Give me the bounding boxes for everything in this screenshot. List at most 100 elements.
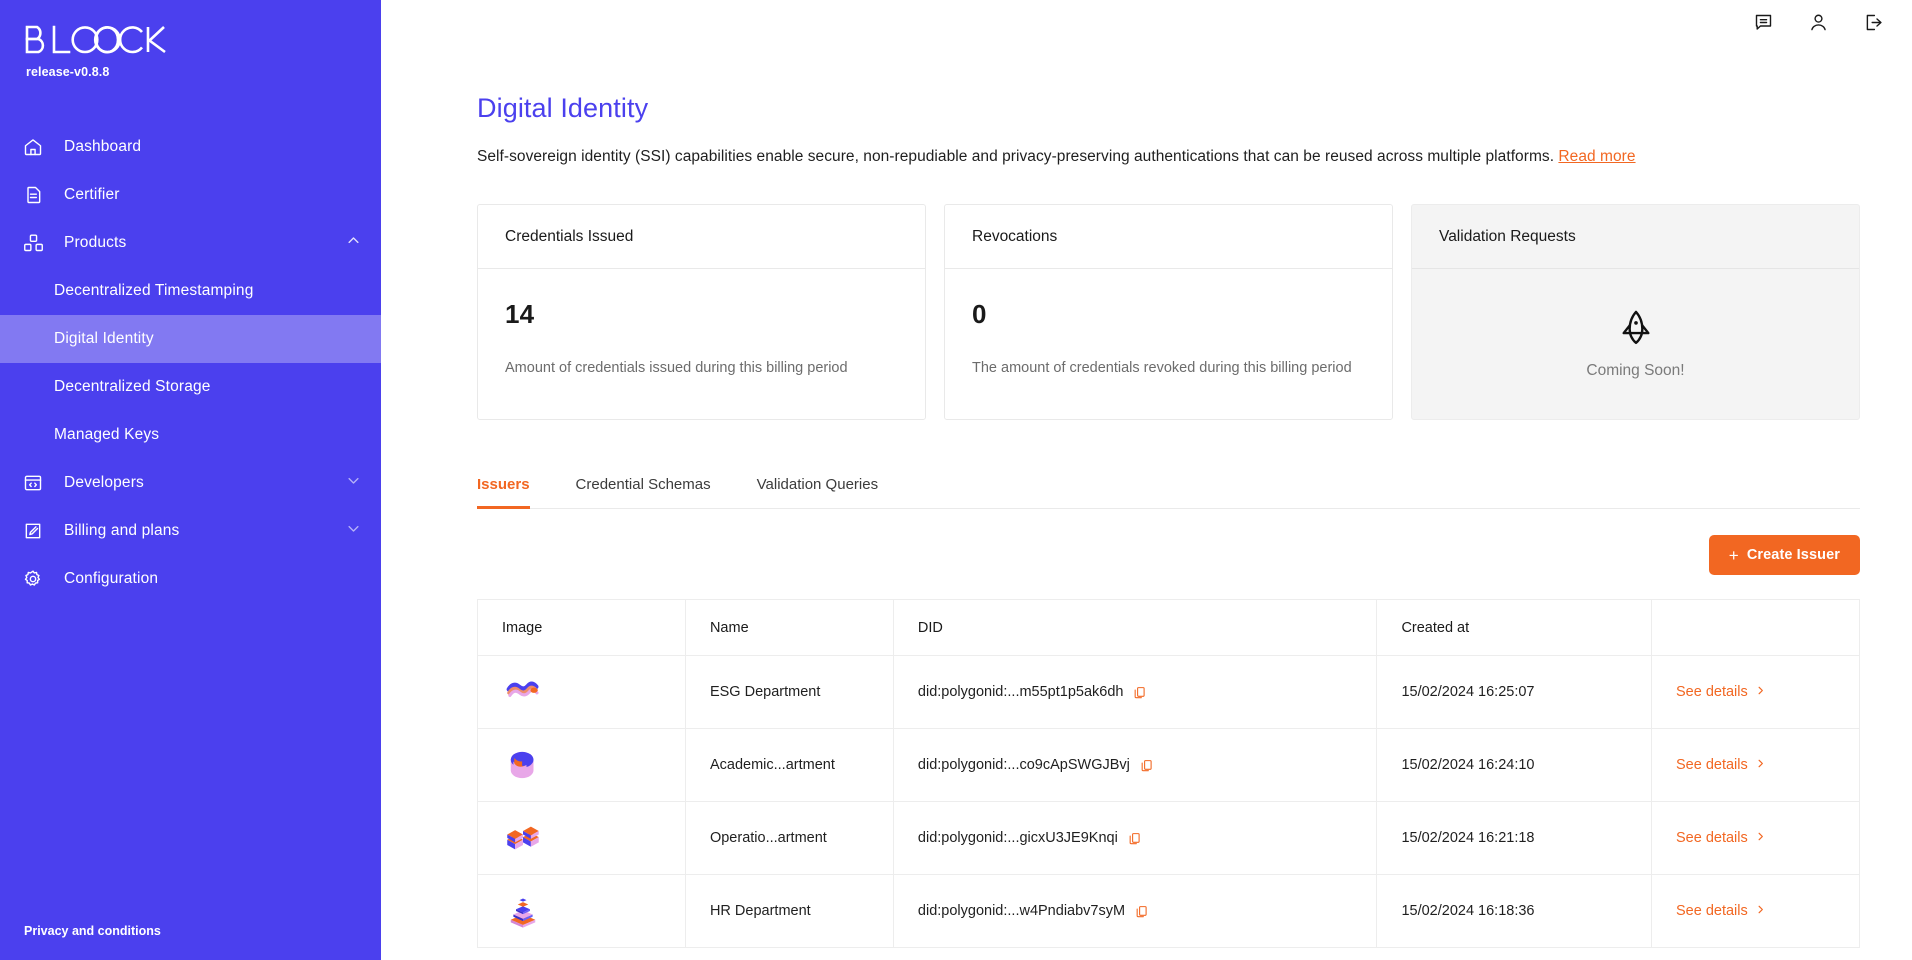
card-body: 14 Amount of credentials issued during t…: [478, 269, 925, 376]
rocket-icon: [1617, 309, 1655, 352]
sidebar-item-label: Products: [64, 234, 127, 251]
chevron-down-icon[interactable]: [346, 521, 361, 541]
page-content: Digital Identity Self-sovereign identity…: [381, 44, 1912, 949]
chevron-down-icon[interactable]: [346, 473, 361, 493]
sidebar-item-label: Certifier: [64, 186, 120, 203]
sidebar-item-developers[interactable]: Developers: [0, 459, 381, 507]
document-icon: [20, 182, 46, 208]
card-validation-requests: Validation Requests Coming Soon!: [1411, 204, 1860, 421]
sidebar-subitem-label: Decentralized Timestamping: [54, 282, 254, 299]
issuer-avatar-blocks: [507, 827, 539, 850]
home-icon: [20, 134, 46, 160]
cell-image: [477, 728, 686, 803]
cell-image: [477, 655, 686, 730]
card-title: Revocations: [945, 205, 1392, 270]
did-value: did:polygonid:...w4Pndiabv7syM: [917, 903, 1126, 920]
coming-soon-block: Coming Soon!: [1412, 269, 1859, 419]
card-credentials-issued: Credentials Issued 14 Amount of credenti…: [477, 204, 926, 421]
card-title: Validation Requests: [1412, 205, 1859, 270]
sidebar-subitem-label: Managed Keys: [54, 426, 160, 443]
column-header-name: Name: [684, 599, 894, 657]
column-header-created-at: Created at: [1376, 599, 1652, 657]
sidebar-nav: Dashboard Certifier Products Decentraliz…: [0, 123, 381, 603]
copy-icon[interactable]: [1135, 904, 1148, 919]
card-revocations: Revocations 0 The amount of credentials …: [944, 204, 1393, 421]
card-value: 0: [972, 299, 987, 330]
sidebar-item-label: Billing and plans: [64, 522, 180, 539]
cell-actions: See details: [1650, 874, 1861, 949]
user-icon[interactable]: [1808, 12, 1829, 33]
table-header-row: Image Name DID Created at: [477, 599, 1861, 657]
cell-did: did:polygonid:...w4Pndiabv7syM: [892, 874, 1378, 949]
plus-icon: +: [1728, 545, 1739, 565]
app-root: release-v0.8.8 Dashboard Certifier Produ…: [0, 0, 1912, 960]
see-details-link[interactable]: See details: [1676, 903, 1766, 919]
create-issuer-button[interactable]: + Create Issuer: [1708, 535, 1860, 576]
see-details-link[interactable]: See details: [1676, 757, 1766, 773]
copy-icon[interactable]: [1140, 758, 1153, 773]
main-content: Digital Identity Self-sovereign identity…: [381, 0, 1912, 960]
see-details-link[interactable]: See details: [1676, 830, 1766, 846]
create-issuer-label: Create Issuer: [1746, 547, 1840, 564]
cubes-icon: [20, 230, 46, 256]
cell-name: HR Department: [684, 874, 894, 949]
privacy-and-conditions-link[interactable]: Privacy and conditions: [24, 924, 161, 938]
stat-cards: Credentials Issued 14 Amount of credenti…: [477, 204, 1860, 421]
page-title: Digital Identity: [477, 93, 649, 123]
sidebar-item-billing-and-plans[interactable]: Billing and plans: [0, 507, 381, 555]
did-value: did:polygonid:...co9cApSWGJBvj: [917, 757, 1130, 774]
brand-block: release-v0.8.8: [0, 0, 381, 79]
card-subtitle: The amount of credentials revoked during…: [972, 360, 1352, 377]
action-bar: + Create Issuer: [477, 535, 1860, 576]
cell-image: [477, 801, 686, 876]
cell-actions: See details: [1650, 801, 1861, 876]
chat-icon[interactable]: [1753, 12, 1774, 33]
code-window-icon: [20, 470, 46, 496]
tab-credential-schemas[interactable]: Credential Schemas: [576, 476, 711, 508]
see-details-link[interactable]: See details: [1676, 684, 1766, 700]
sidebar-item-dashboard[interactable]: Dashboard: [0, 123, 381, 171]
table-head: Image Name DID Created at: [477, 599, 1861, 657]
copy-icon[interactable]: [1133, 685, 1146, 700]
column-header-did: DID: [892, 599, 1378, 657]
cell-actions: See details: [1650, 728, 1861, 803]
issuer-avatar-squiggle: [506, 681, 539, 698]
cell-image: [477, 874, 686, 949]
read-more-link[interactable]: Read more: [1558, 148, 1635, 165]
issuer-avatar-stack: [510, 898, 536, 929]
table-row: Operatio...artment did:polygonid:...gicx…: [477, 801, 1861, 876]
tab-issuers[interactable]: Issuers: [477, 476, 530, 510]
logo-icon: [25, 25, 166, 54]
card-title: Credentials Issued: [478, 205, 925, 270]
issuer-avatar-cylinder: [510, 752, 534, 779]
copy-icon[interactable]: [1128, 831, 1141, 846]
release-version: release-v0.8.8: [26, 65, 110, 79]
coming-soon-label: Coming Soon!: [1586, 361, 1685, 379]
tab-validation-queries[interactable]: Validation Queries: [757, 476, 878, 508]
column-header-image: Image: [477, 599, 686, 657]
card-body: 0 The amount of credentials revoked duri…: [945, 269, 1392, 376]
sidebar-subitem-digital-identity[interactable]: Digital Identity: [0, 315, 381, 363]
topbar: [381, 0, 1912, 44]
did-value: did:polygonid:...m55pt1p5ak6dh: [917, 684, 1124, 701]
card-subtitle: Amount of credentials issued during this…: [505, 360, 848, 377]
see-details-label: See details: [1675, 757, 1748, 774]
sidebar-item-certifier[interactable]: Certifier: [0, 171, 381, 219]
sidebar-item-label: Developers: [64, 474, 144, 491]
sidebar-subitem-managed-keys[interactable]: Managed Keys: [0, 411, 381, 459]
chevron-up-icon[interactable]: [346, 233, 361, 253]
blook-logo[interactable]: [24, 24, 381, 56]
sidebar-item-label: Configuration: [64, 570, 159, 587]
cell-actions: See details: [1650, 655, 1861, 730]
sidebar-item-label: Dashboard: [64, 138, 142, 155]
card-value: 14: [505, 299, 535, 330]
sidebar: release-v0.8.8 Dashboard Certifier Produ…: [0, 0, 381, 960]
sidebar-item-products[interactable]: Products: [0, 219, 381, 267]
see-details-label: See details: [1675, 684, 1748, 701]
cell-name: ESG Department: [684, 655, 894, 730]
sidebar-item-configuration[interactable]: Configuration: [0, 555, 381, 603]
logout-icon[interactable]: [1863, 12, 1884, 33]
sidebar-subitem-decentralized-timestamping[interactable]: Decentralized Timestamping: [0, 267, 381, 315]
table-row: HR Department did:polygonid:...w4Pndiabv…: [477, 874, 1861, 949]
sidebar-subitem-decentralized-storage[interactable]: Decentralized Storage: [0, 363, 381, 411]
